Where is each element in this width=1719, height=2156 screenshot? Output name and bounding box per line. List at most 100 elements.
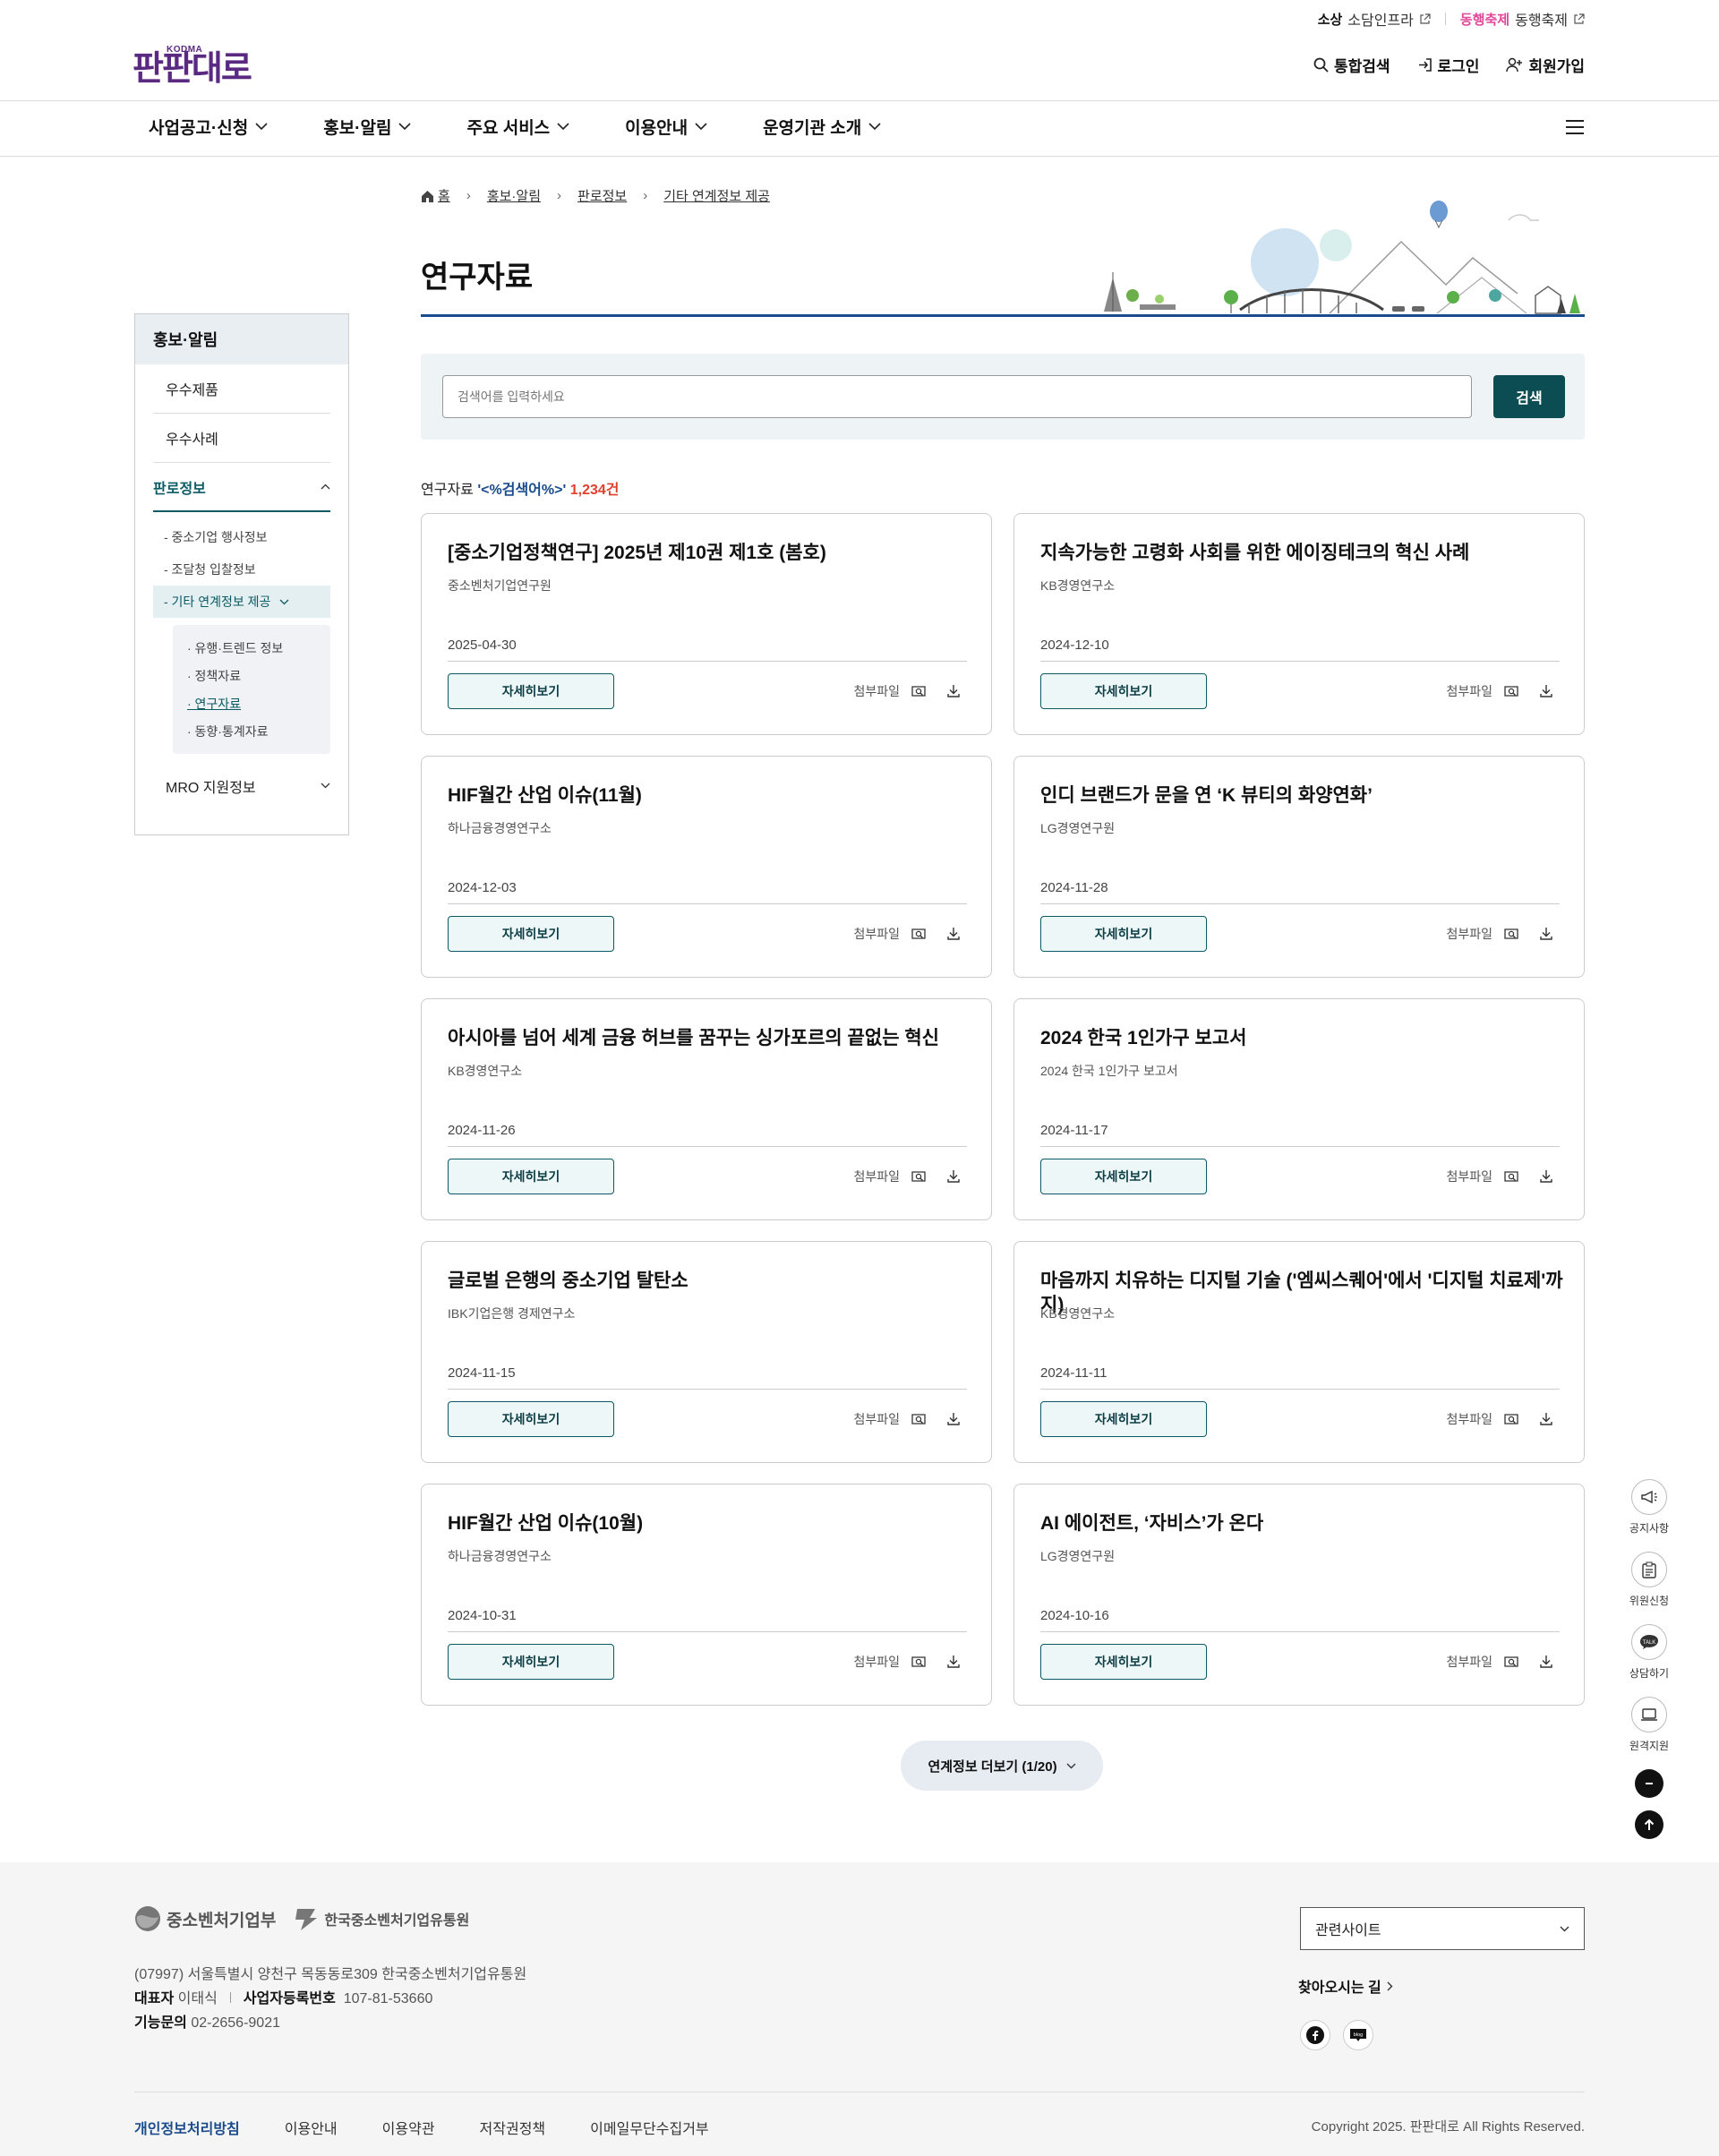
email-refusal-link[interactable]: 이메일무단수집거부 (590, 2117, 708, 2138)
attachment-label: 첨부파일 (1446, 684, 1492, 698)
download-button[interactable] (1539, 1412, 1553, 1426)
related-sites-select[interactable]: 관련사이트 (1300, 1907, 1585, 1950)
nav-promotion[interactable]: 홍보·알림 (323, 115, 412, 139)
sidebar-sub-bids[interactable]: - 조달청 입찰정보 (135, 553, 348, 586)
quick-notice[interactable]: 공지사항 (1629, 1479, 1669, 1536)
menu-button[interactable] (1565, 119, 1585, 135)
sidebar-item-excellent-cases[interactable]: 우수사례 (153, 414, 330, 463)
breadcrumb-other-info[interactable]: 기타 연계정보 제공 (663, 186, 770, 205)
detail-button[interactable]: 자세히보기 (1040, 1159, 1207, 1194)
card-title[interactable]: HIF월간 산업 이슈(10월) (448, 1511, 976, 1536)
breadcrumb-promotion[interactable]: 홍보·알림 (487, 186, 541, 205)
blog-link[interactable]: blog (1343, 2020, 1373, 2050)
join-button[interactable]: 회원가입 (1506, 54, 1585, 76)
download-button[interactable] (946, 684, 961, 698)
nav-guide[interactable]: 이용안내 (625, 115, 707, 139)
sidebar-sub3-policy[interactable]: · 정책자료 (187, 662, 316, 689)
logo-wordmark: 판판대로 (133, 50, 252, 88)
preview-button[interactable] (1503, 684, 1519, 698)
usage-guide-link[interactable]: 이용안내 (285, 2117, 338, 2138)
scroll-top-button[interactable] (1635, 1810, 1663, 1839)
load-more-button[interactable]: 연계정보 더보기 (1/20) (901, 1741, 1103, 1791)
download-button[interactable] (1539, 1169, 1553, 1184)
sidebar-item-sales-info[interactable]: 판로정보 (153, 463, 330, 512)
nav-business[interactable]: 사업공고·신청 (149, 115, 268, 139)
quick-chat[interactable]: TALK 상담하기 (1629, 1624, 1669, 1681)
preview-button[interactable] (1503, 927, 1519, 941)
card-title[interactable]: 2024 한국 1인가구 보고서 (1040, 1026, 1569, 1050)
download-button[interactable] (946, 1169, 961, 1184)
agency-name: 한국중소벤처기업유통원 (324, 1913, 470, 1929)
sidebar-item-excellent-products[interactable]: 우수제품 (153, 364, 330, 414)
preview-button[interactable] (1503, 1169, 1519, 1184)
download-button[interactable] (1539, 927, 1553, 941)
card-title[interactable]: 지속가능한 고령화 사회를 위한 에이징테크의 혁신 사례 (1040, 541, 1569, 565)
card-title[interactable]: 아시아를 넘어 세계 금융 허브를 꿈꾸는 싱가포르의 끝없는 혁신 (448, 1026, 976, 1050)
preview-button[interactable] (911, 1169, 927, 1184)
download-button[interactable] (1539, 1655, 1553, 1669)
count-keyword: '<%검색어%>' (477, 483, 567, 498)
detail-button[interactable]: 자세히보기 (448, 916, 614, 952)
site-logo[interactable]: KODMA 판판대로 (133, 43, 252, 88)
sidebar-sub3-trend[interactable]: · 유행·트렌드 정보 (187, 634, 316, 662)
directions-link[interactable]: 찾아오시는 길 (1298, 1975, 1393, 1997)
search-button[interactable]: 검색 (1493, 375, 1565, 418)
detail-button[interactable]: 자세히보기 (448, 673, 614, 709)
zoom-out-button[interactable] (1635, 1769, 1663, 1798)
integrated-search-button[interactable]: 통합검색 (1313, 54, 1390, 76)
quick-apply[interactable]: 위원신청 (1629, 1552, 1669, 1608)
donghaeng-link[interactable]: 동행축제 동행축제 (1460, 8, 1585, 30)
card-title[interactable]: [중소기업정책연구] 2025년 제10권 제1호 (봄호) (448, 541, 976, 565)
preview-button[interactable] (1503, 1412, 1519, 1426)
detail-button[interactable]: 자세히보기 (1040, 1644, 1207, 1680)
login-button[interactable]: 로그인 (1417, 54, 1479, 76)
sidebar-sub3-stats[interactable]: · 동향·통계자료 (187, 717, 316, 745)
download-button[interactable] (1539, 684, 1553, 698)
card-title[interactable]: 마음까지 치유하는 디지털 기술 ('엠씨스퀘어'에서 '디지털 치료제'까지) (1040, 1269, 1569, 1317)
breadcrumb-sales-info[interactable]: 판로정보 (577, 186, 627, 205)
card-title[interactable]: HIF월간 산업 이슈(11월) (448, 783, 976, 808)
copyright-policy-link[interactable]: 저작권정책 (480, 2117, 546, 2138)
detail-button[interactable]: 자세히보기 (448, 1644, 614, 1680)
detail-button[interactable]: 자세히보기 (448, 1159, 614, 1194)
download-button[interactable] (946, 1655, 961, 1669)
research-card: 인디 브랜드가 문을 연 ‘K 뷰티의 화양연화’ LG경영연구원 2024-11-… (1013, 756, 1585, 978)
terms-link[interactable]: 이용약관 (382, 2117, 435, 2138)
ministry-emblem-icon (135, 1906, 160, 1931)
search-input[interactable] (442, 375, 1472, 418)
download-icon (947, 685, 960, 697)
breadcrumb-home[interactable]: 홈 (421, 186, 450, 205)
quick-remote[interactable]: 원격지원 (1629, 1697, 1669, 1753)
sidebar-item-mro[interactable]: MRO 지원정보 (153, 761, 330, 810)
preview-button[interactable] (911, 1412, 927, 1426)
preview-button[interactable] (911, 1655, 927, 1669)
download-button[interactable] (946, 1412, 961, 1426)
facebook-link[interactable] (1300, 2020, 1330, 2050)
detail-button[interactable]: 자세히보기 (1040, 1401, 1207, 1437)
attachment-area: 첨부파일 (1446, 1653, 1553, 1671)
sidebar-sub-other-info[interactable]: - 기타 연계정보 제공 (153, 586, 330, 618)
utility-bar: 소상 소담인프라 동행축제 동행축제 (1318, 7, 1585, 30)
download-button[interactable] (946, 927, 961, 941)
sidebar-sub3-group: · 유행·트렌드 정보 · 정책자료 · 연구자료 · 동향·통계자료 (173, 625, 330, 754)
detail-button[interactable]: 자세히보기 (448, 1401, 614, 1437)
card-title[interactable]: AI 에이전트, ‘자비스’가 온다 (1040, 1511, 1569, 1536)
detail-button[interactable]: 자세히보기 (1040, 916, 1207, 952)
sidebar-sub-events[interactable]: - 중소기업 행사정보 (135, 521, 348, 553)
card-divider (448, 1631, 967, 1632)
privacy-policy-link[interactable]: 개인정보처리방침 (134, 2117, 240, 2138)
nav-services[interactable]: 주요 서비스 (466, 115, 569, 139)
breadcrumb: 홈 › 홍보·알림 › 판로정보 › 기타 연계정보 제공 (421, 186, 770, 205)
sidebar-sub3-research[interactable]: · 연구자료 (187, 689, 316, 717)
preview-button[interactable] (911, 684, 927, 698)
nav-about[interactable]: 운영기관 소개 (763, 115, 881, 139)
preview-button[interactable] (911, 927, 927, 941)
research-card: [중소기업정책연구] 2025년 제10권 제1호 (봄호) 중소벤처기업연구원 2… (421, 513, 992, 735)
card-title[interactable]: 인디 브랜드가 문을 연 ‘K 뷰티의 화양연화’ (1040, 783, 1569, 808)
sodam-link[interactable]: 소상 소담인프라 (1318, 8, 1431, 30)
donghaeng-label: 동행축제 (1515, 13, 1568, 29)
preview-button[interactable] (1503, 1655, 1519, 1669)
detail-button[interactable]: 자세히보기 (1040, 673, 1207, 709)
card-title[interactable]: 글로벌 은행의 중소기업 탈탄소 (448, 1269, 976, 1293)
preview-icon (1504, 1656, 1518, 1667)
